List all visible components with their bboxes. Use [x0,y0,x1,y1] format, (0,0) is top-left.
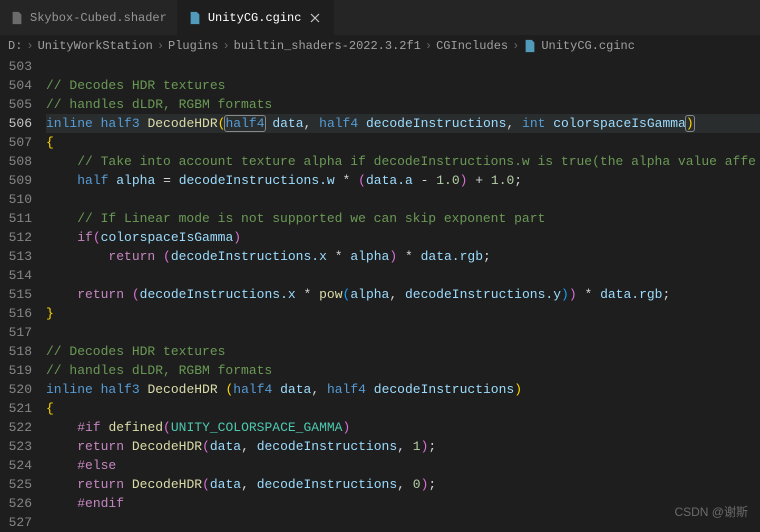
chevron-right-icon: › [157,39,164,53]
file-icon [188,11,202,25]
breadcrumb: D: › UnityWorkStation › Plugins › builtin_s… [0,35,760,57]
file-icon [523,39,537,53]
code-content[interactable]: // Decodes HDR textures // handles dLDR,… [46,57,760,532]
tab-label: Skybox-Cubed.shader [30,11,167,25]
tab-skybox-shader[interactable]: Skybox-Cubed.shader [0,0,178,35]
breadcrumb-item[interactable]: CGIncludes [436,39,508,53]
breadcrumb-item[interactable]: UnityCG.cginc [541,39,635,53]
close-icon[interactable] [307,10,323,26]
chevron-right-icon: › [222,39,229,53]
tab-bar: Skybox-Cubed.shader UnityCG.cginc [0,0,760,35]
breadcrumb-item[interactable]: D: [8,39,22,53]
watermark: CSDN @谢斯 [674,503,748,520]
breadcrumb-item[interactable]: Plugins [168,39,218,53]
chevron-right-icon: › [512,39,519,53]
tab-unitycg-cginc[interactable]: UnityCG.cginc [178,0,335,35]
tab-label: UnityCG.cginc [208,11,302,25]
line-number-gutter: 5035045055065075085095105115125135145155… [0,57,46,532]
chevron-right-icon: › [425,39,432,53]
chevron-right-icon: › [26,39,33,53]
file-icon [10,11,24,25]
breadcrumb-item[interactable]: builtin_shaders-2022.3.2f1 [234,39,421,53]
code-editor[interactable]: 5035045055065075085095105115125135145155… [0,57,760,532]
breadcrumb-item[interactable]: UnityWorkStation [38,39,153,53]
